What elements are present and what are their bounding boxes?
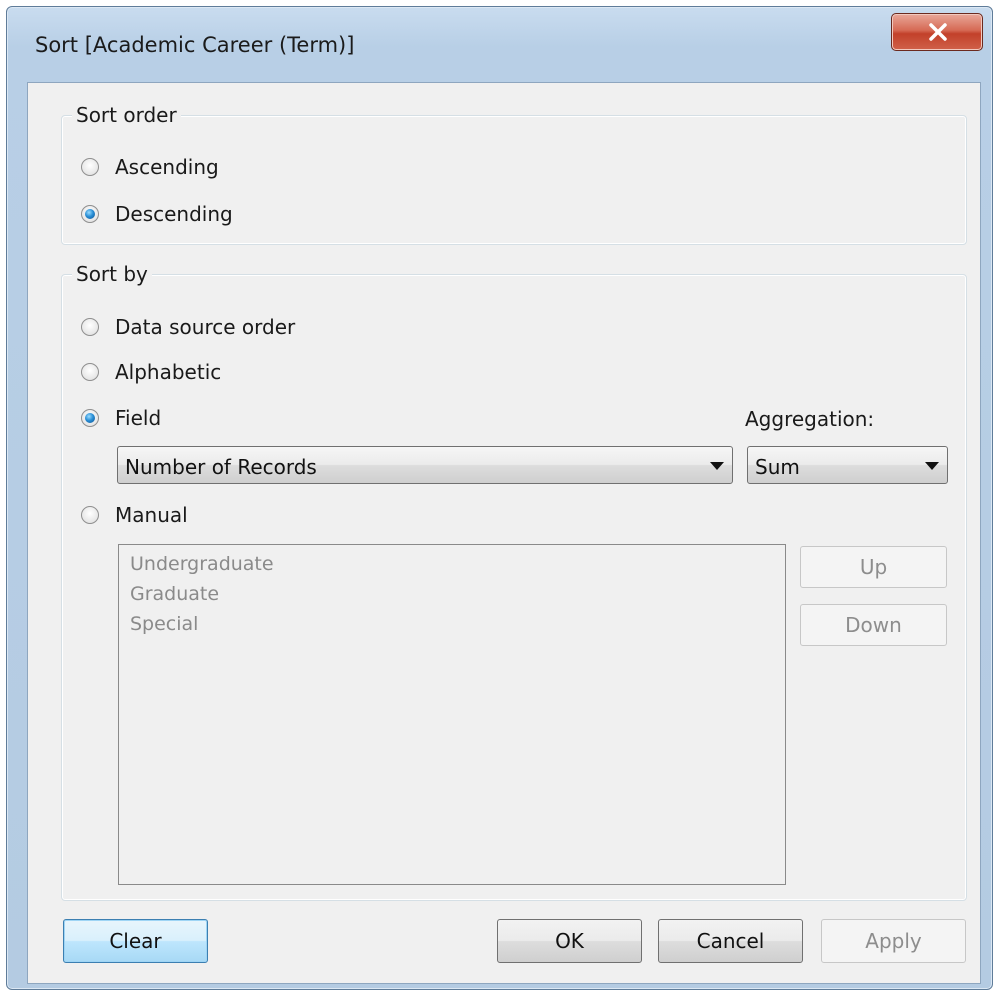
down-button[interactable]: Down	[800, 604, 947, 646]
radio-descending-indicator[interactable]	[81, 205, 99, 223]
radio-field-label[interactable]: Field	[115, 406, 161, 430]
close-button[interactable]	[891, 13, 983, 51]
radio-data-source-label[interactable]: Data source order	[115, 315, 295, 339]
sort-order-group: Sort order Ascending Descending	[61, 103, 967, 245]
apply-button-label: Apply	[865, 929, 922, 953]
radio-ascending-label[interactable]: Ascending	[115, 155, 219, 179]
radio-alphabetic-label[interactable]: Alphabetic	[115, 360, 221, 384]
cancel-button[interactable]: Cancel	[658, 919, 803, 963]
clear-button[interactable]: Clear	[63, 919, 208, 963]
close-icon	[929, 23, 947, 41]
ok-button[interactable]: OK	[497, 919, 642, 963]
up-button[interactable]: Up	[800, 546, 947, 588]
dialog-client-area: Sort order Ascending Descending Sort by …	[27, 82, 981, 984]
aggregation-select-value: Sum	[755, 455, 800, 479]
manual-order-list[interactable]: Undergraduate Graduate Special	[118, 544, 786, 885]
title-bar[interactable]: Sort [Academic Career (Term)]	[7, 7, 992, 81]
list-item[interactable]: Graduate	[130, 579, 774, 609]
radio-alphabetic-indicator[interactable]	[81, 363, 99, 381]
field-select-value: Number of Records	[125, 455, 317, 479]
list-item[interactable]: Undergraduate	[130, 549, 774, 579]
radio-alphabetic[interactable]: Alphabetic	[81, 358, 221, 386]
radio-data-source-indicator[interactable]	[81, 318, 99, 336]
sort-by-label: Sort by	[72, 262, 152, 286]
radio-manual-indicator[interactable]	[81, 506, 99, 524]
apply-button[interactable]: Apply	[821, 919, 966, 963]
down-button-label: Down	[845, 613, 902, 637]
sort-dialog-window: Sort [Academic Career (Term)] Sort order…	[6, 6, 993, 990]
radio-manual-label[interactable]: Manual	[115, 503, 188, 527]
radio-data-source-order[interactable]: Data source order	[81, 313, 295, 341]
radio-field-indicator[interactable]	[81, 409, 99, 427]
radio-ascending-indicator[interactable]	[81, 158, 99, 176]
dialog-title: Sort [Academic Career (Term)]	[35, 33, 355, 57]
field-select[interactable]: Number of Records	[117, 446, 733, 484]
sort-order-label: Sort order	[72, 103, 181, 127]
aggregation-select[interactable]: Sum	[747, 446, 948, 484]
radio-ascending[interactable]: Ascending	[81, 153, 219, 181]
ok-button-label: OK	[555, 929, 584, 953]
radio-manual[interactable]: Manual	[81, 501, 188, 529]
chevron-down-icon	[710, 462, 724, 470]
radio-field[interactable]: Field	[81, 404, 161, 432]
aggregation-label: Aggregation:	[745, 407, 875, 431]
list-item[interactable]: Special	[130, 609, 774, 639]
up-button-label: Up	[859, 555, 888, 579]
sort-by-group: Sort by Data source order Alphabetic Fie…	[61, 262, 967, 901]
radio-descending[interactable]: Descending	[81, 200, 233, 228]
chevron-down-icon	[925, 462, 939, 470]
clear-button-label: Clear	[109, 929, 162, 953]
radio-descending-label[interactable]: Descending	[115, 202, 233, 226]
cancel-button-label: Cancel	[696, 929, 765, 953]
